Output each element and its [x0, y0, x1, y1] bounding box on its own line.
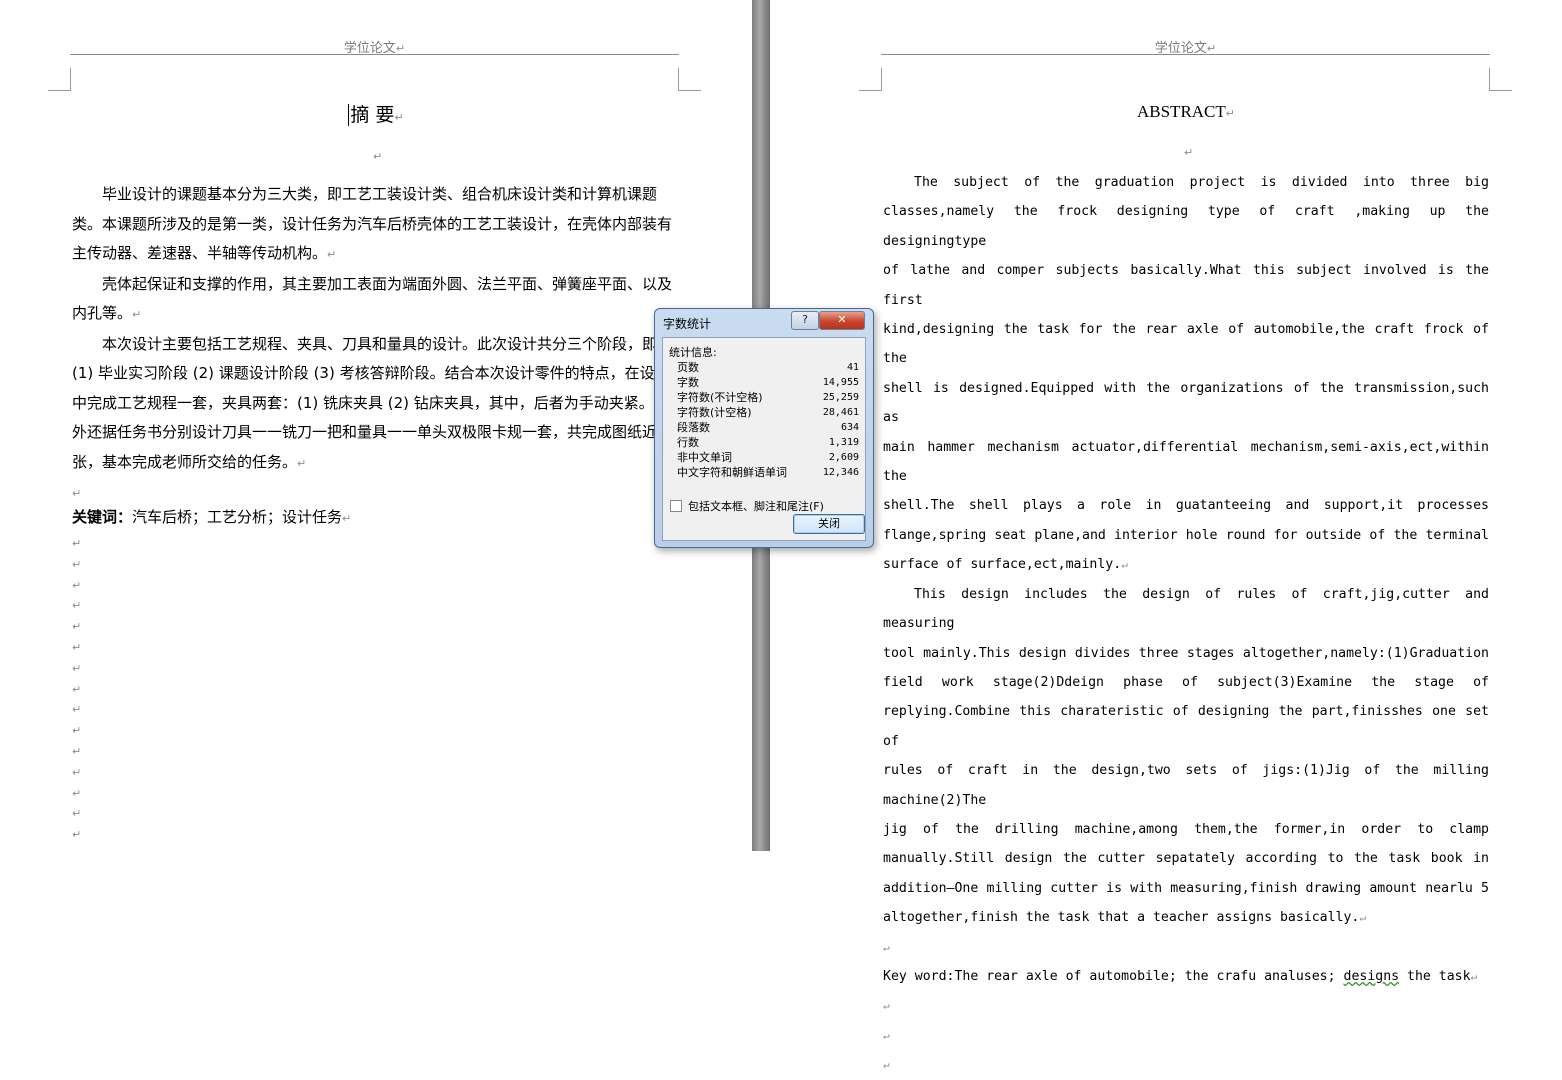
spelling-flag: designs: [1343, 968, 1400, 984]
stat-row: 段落数 634: [677, 420, 861, 435]
stat-value: 25,259: [822, 392, 859, 403]
close-button[interactable]: 关闭: [793, 514, 865, 534]
stat-row: 字符数(不计空格) 25,259: [677, 390, 861, 405]
left-document-page[interactable]: 学位论文↵ 摘 要↵ ↵ 毕业设计的课题基本分为三大类，即工艺工装设计类、组合机…: [0, 0, 752, 851]
abstract-line: flange,spring seat plane,and interior ho…: [883, 527, 1489, 543]
abstract-line: This design includes the design of rules…: [883, 586, 1489, 632]
paragraph-mark: ↵: [373, 150, 383, 163]
stat-value: 41: [846, 362, 859, 373]
stat-label: 非中文单词: [677, 451, 732, 464]
include-textboxes-checkbox[interactable]: 包括文本框、脚注和尾注(F): [670, 498, 824, 514]
stat-label: 行数: [677, 436, 699, 449]
stat-row: 中文字符和朝鲜语单词 12,346: [677, 465, 861, 480]
paragraph-mark-line: ↵: [883, 1058, 890, 1072]
stat-value: 2,609: [828, 452, 859, 463]
abstract-title-en: ABSTRACT↵: [1136, 102, 1235, 121]
stat-row: 非中文单词 2,609: [677, 450, 861, 465]
stat-label: 段落数: [677, 421, 710, 434]
statistics-group-label: 统计信息:: [669, 346, 717, 359]
paragraph-mark-line: ↵: [883, 940, 890, 954]
word-count-dialog[interactable]: 字数统计 ? ✕ 统计信息: 页数 41 字数 14,955 字符数(不计空格) 25…: [654, 308, 874, 548]
stat-label: 字符数(不计空格): [677, 391, 763, 404]
stat-label: 页数: [677, 361, 699, 374]
abstract-body-cn[interactable]: 毕业设计的课题基本分为三大类，即工艺工装设计类、组合机床设计类和计算机课题类。本…: [72, 180, 678, 533]
abstract-title-cn: 摘 要↵: [348, 104, 404, 126]
dialog-title: 字数统计: [663, 317, 712, 331]
abstract-line: The subject of the graduation project is…: [914, 175, 1489, 190]
abstract-line: surface of surface,ect,mainly.↵: [883, 557, 1128, 573]
stat-value: 12,346: [822, 467, 859, 478]
stat-label: 字数: [677, 376, 699, 389]
abstract-line: shell is designed.Equipped with the orga…: [883, 380, 1489, 426]
stat-row: 字数 14,955: [677, 375, 861, 390]
paragraph-mark: ↵: [1184, 146, 1194, 159]
abstract-paragraph: 壳体起保证和支撑的作用，其主要加工表面为端面外圆、法兰平面、弹簧座平面、以及内孔…: [72, 274, 673, 323]
keywords-line-cn: 关键词：汽车后桥；工艺分析；设计任务↵: [72, 507, 352, 526]
stat-value: 28,461: [822, 407, 859, 418]
dialog-body: 统计信息: 页数 41 字数 14,955 字符数(不计空格) 25,259 字符数(…: [662, 337, 866, 541]
stat-row: 页数 41: [677, 360, 861, 375]
paragraph-mark-line: ↵: [883, 999, 890, 1013]
checkbox-box[interactable]: [670, 500, 682, 512]
abstract-line: of lathe and comper subjects basically.W…: [883, 263, 1489, 308]
header-rule: [881, 54, 1490, 55]
header-rule: [70, 54, 679, 55]
crop-mark-top-right: [678, 68, 701, 91]
abstract-line: field work stage(2)Ddeign phase of subje…: [883, 674, 1489, 690]
stat-label: 字符数(计空格): [677, 406, 752, 419]
abstract-body-en[interactable]: The subject of the graduation project is…: [883, 168, 1489, 1080]
abstract-line: rules of craft in the design,two sets of…: [883, 763, 1489, 808]
help-button[interactable]: ?: [791, 311, 819, 330]
abstract-line: shell.The shell plays a role in guatante…: [883, 498, 1489, 514]
abstract-paragraph: 本次设计主要包括工艺规程、夹具、刀具和量具的设计。此次设计共分三个阶段，即：(1…: [72, 334, 673, 471]
statistics-list: 页数 41 字数 14,955 字符数(不计空格) 25,259 字符数(计空格) 28…: [677, 360, 861, 480]
keywords-line-en: Key word:The rear axle of automobile; th…: [883, 968, 1478, 984]
abstract-line: altogether,finish the task that a teache…: [883, 910, 1366, 926]
checkbox-label: 包括文本框、脚注和尾注(F): [688, 500, 824, 513]
abstract-line: manually.Still design the cutter sepatat…: [883, 851, 1489, 867]
abstract-line: tool mainly.This design divides three st…: [883, 645, 1489, 661]
stat-value: 634: [840, 422, 859, 433]
stat-row: 字符数(计空格) 28,461: [677, 405, 861, 420]
abstract-line: kind,designing the task for the rear axl…: [883, 322, 1489, 367]
stat-row: 行数 1,319: [677, 435, 861, 450]
stat-value: 1,319: [828, 437, 859, 448]
abstract-line: classes,namely the frock designing type …: [883, 204, 1489, 249]
stat-value: 14,955: [822, 377, 859, 388]
close-window-button[interactable]: ✕: [819, 311, 865, 330]
stat-label: 中文字符和朝鲜语单词: [677, 466, 787, 479]
empty-paragraph-marks: ↵ ↵ ↵ ↵ ↵ ↵ ↵ ↵ ↵ ↵ ↵ ↵ ↵ ↵ ↵: [72, 537, 82, 842]
abstract-line: jig of the drilling machine,among them,t…: [883, 821, 1489, 837]
abstract-line: replying.Combine this charateristic of d…: [883, 704, 1489, 749]
crop-mark-top-left: [48, 68, 71, 91]
abstract-paragraph: 毕业设计的课题基本分为三大类，即工艺工装设计类、组合机床设计类和计算机课题类。本…: [72, 185, 673, 262]
abstract-line: addition—One milling cutter is with meas…: [883, 880, 1489, 896]
crop-mark-top-right: [1489, 68, 1512, 91]
abstract-line: main hammer mechanism actuator,different…: [883, 439, 1489, 485]
paragraph-mark-line: ↵: [883, 1028, 890, 1042]
crop-mark-top-left: [859, 68, 882, 91]
